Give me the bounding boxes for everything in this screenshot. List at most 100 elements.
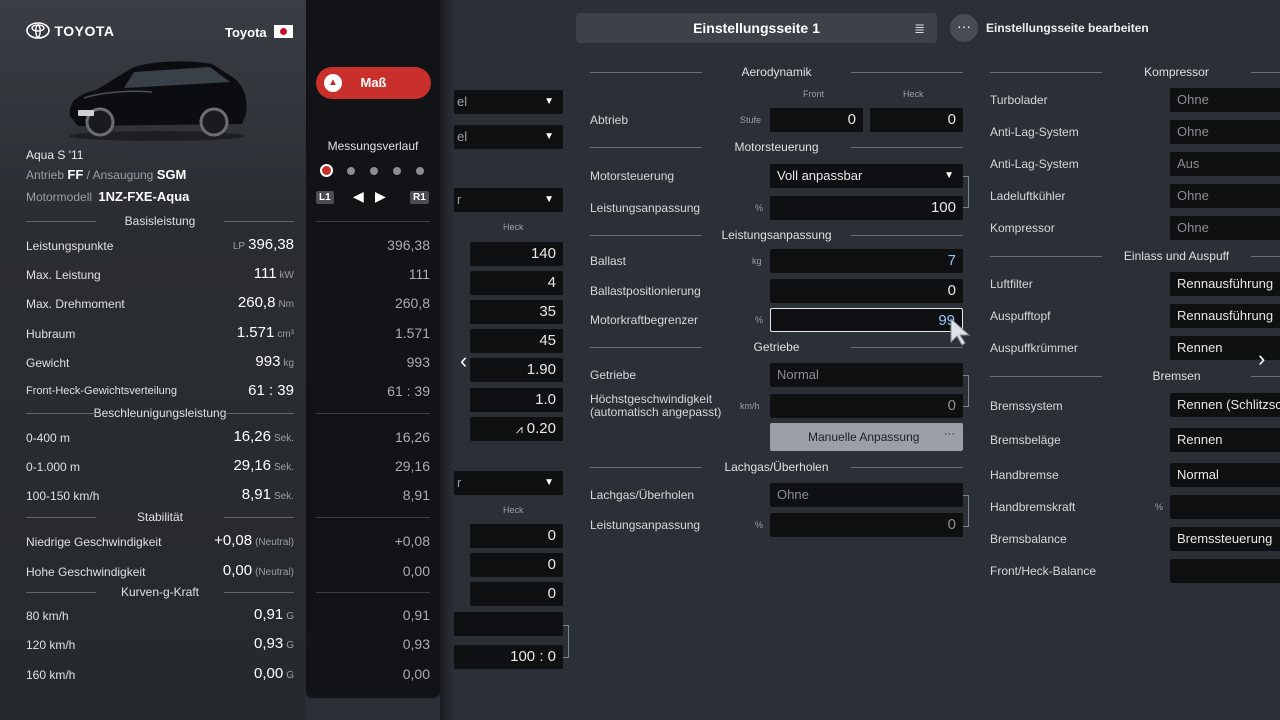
nitro-field[interactable]: Ohne — [770, 483, 963, 507]
ballast-input[interactable]: 7 — [770, 249, 963, 273]
col1-value-3[interactable]: 35 — [470, 300, 563, 324]
col1-w-2[interactable]: 0 — [470, 553, 563, 577]
downforce-rear-input[interactable]: 0 — [870, 108, 963, 132]
nitro-power-input[interactable]: 0 — [770, 513, 963, 537]
brake-pads-field[interactable]: Rennen — [1170, 428, 1280, 452]
air-filter-label: Luftfilter — [990, 277, 1033, 291]
handbrake-force-input[interactable] — [1170, 495, 1280, 519]
handbrake-field[interactable]: Normal — [1170, 463, 1280, 487]
stat-row-120kmh: 120 km/h 0,93 G — [26, 635, 294, 652]
power-adjust-input[interactable]: 100 — [770, 196, 963, 220]
front-rear-balance-input[interactable] — [1170, 559, 1280, 583]
stat-row-400m: 0-400 m 16,26 Sek. — [26, 428, 294, 445]
power-adjust-unit: % — [755, 203, 764, 213]
brake-system-field[interactable]: Rennen (Schlitzsch — [1170, 393, 1280, 417]
engine-info: Motormodell 1NZ-FXE-Aqua — [26, 189, 190, 204]
intake-section-title: Einlass und Auspuff — [990, 249, 1280, 263]
col1-value-5[interactable]: 1.90 — [470, 358, 563, 382]
anti-lag-field-2[interactable]: Aus — [1170, 152, 1280, 176]
muffler-label: Auspufftopf — [990, 309, 1051, 323]
history-label: Messungsverlauf — [327, 139, 419, 153]
ballast-position-input[interactable]: 0 — [770, 279, 963, 303]
col1-w-1[interactable]: 0 — [470, 524, 563, 548]
top-speed-label: Höchstgeschwindigkeit — [590, 392, 713, 406]
air-filter-field[interactable]: Rennausführung — [1170, 272, 1280, 296]
hist-displacement: 1.571 — [394, 325, 430, 341]
top-speed-input[interactable]: 0 — [770, 394, 963, 418]
brake-system-label: Bremssystem — [990, 399, 1063, 413]
manual-adjust-button[interactable]: Manuelle Anpassung ··· — [770, 423, 963, 451]
gearbox-section-title: Getriebe — [590, 340, 963, 354]
bracket — [963, 176, 969, 208]
power-limiter-input[interactable]: 99 — [770, 308, 963, 332]
stat-row-high-speed: Hohe Geschwindigkeit 0,00 (Neutral) — [26, 562, 294, 579]
prev-page-arrow-icon[interactable]: ‹ — [460, 348, 467, 374]
divider — [316, 221, 430, 222]
col1-value-2[interactable]: 4 — [470, 271, 563, 295]
gearbox-field[interactable]: Normal — [770, 363, 963, 387]
top-speed-label-2: (automatisch angepasst) — [590, 405, 722, 419]
r1-button[interactable]: R1 — [410, 191, 429, 204]
stat-row-1000m: 0-1.000 m 29,16 Sek. — [26, 457, 294, 474]
aero-front-header: Front — [803, 89, 825, 99]
downforce-front-input[interactable]: 0 — [770, 108, 863, 132]
maker-name: Toyota — [225, 25, 267, 40]
manual-adjust-label: Manuelle Anpassung — [808, 430, 920, 444]
toyota-emblem-icon — [26, 22, 50, 40]
col1-select-2[interactable]: el — [450, 125, 563, 149]
col1-select-3[interactable]: r — [450, 188, 563, 212]
measure-button[interactable]: ▲ Maß — [316, 67, 431, 99]
car-model-name: Aqua S '11 — [26, 148, 84, 162]
history-dot-active[interactable] — [320, 164, 333, 177]
turbo-field[interactable]: Ohne — [1170, 88, 1280, 112]
col1-heck-header-2: Heck — [503, 505, 524, 515]
list-icon: ≣ — [914, 21, 925, 36]
page-selector[interactable]: Einstellungsseite 1 ≣ — [576, 13, 937, 43]
hist-80kmh: 0,91 — [402, 607, 430, 623]
muffler-field[interactable]: Rennausführung — [1170, 304, 1280, 328]
history-dot[interactable] — [347, 167, 355, 175]
brake-balance-field[interactable]: Bremssteuerung — [1170, 527, 1280, 551]
brake-balance-label: Bremsbalance — [990, 532, 1067, 546]
col1-value-4[interactable]: 45 — [470, 329, 563, 353]
ecu-select[interactable]: Voll anpassbar — [770, 164, 963, 188]
aero-heck-header: Heck — [903, 89, 924, 99]
ballast-unit: kg — [752, 256, 762, 266]
col1-blank[interactable] — [450, 612, 563, 636]
history-dot[interactable] — [416, 167, 424, 175]
manifold-label: Auspuffkrümmer — [990, 341, 1078, 355]
handbrake-force-label: Handbremskraft — [990, 500, 1076, 514]
edit-page-button[interactable]: ··· — [950, 14, 978, 42]
panel-shadow — [440, 0, 454, 720]
l1-button[interactable]: L1 — [316, 191, 334, 204]
col1-value-1[interactable]: 140 — [470, 242, 563, 266]
anti-lag-label-2: Anti-Lag-System — [990, 157, 1079, 171]
col1-select-1[interactable]: el — [450, 90, 563, 114]
intercooler-field[interactable]: Ohne — [1170, 184, 1280, 208]
nitro-power-unit: % — [755, 520, 764, 530]
compressor-field[interactable]: Ohne — [1170, 216, 1280, 240]
performance-section-title: Leistungsanpassung — [590, 228, 963, 242]
stat-row-weight: Gewicht 993 kg — [26, 353, 294, 370]
col1-select-4[interactable]: r — [450, 471, 563, 495]
hist-100-150: 8,91 — [402, 487, 430, 503]
basis-section-title: Basisleistung — [26, 214, 294, 228]
history-dot[interactable] — [370, 167, 378, 175]
page-title: Einstellungsseite 1 — [693, 20, 820, 36]
bracket — [963, 375, 969, 407]
next-history-icon[interactable]: ▶ — [375, 188, 386, 205]
divider — [316, 517, 430, 518]
nitro-power-label: Leistungsanpassung — [590, 518, 701, 532]
col1-w-3[interactable]: 0 — [470, 582, 563, 606]
intercooler-label: Ladeluftkühler — [990, 189, 1066, 203]
stat-row-160kmh: 160 km/h 0,00 G — [26, 665, 294, 682]
col1-value-6[interactable]: 1.0 — [470, 388, 563, 412]
col1-value-7[interactable]: ⩘ 0.20 — [470, 417, 563, 441]
brake-pads-label: Bremsbeläge — [990, 433, 1061, 447]
history-dot[interactable] — [393, 167, 401, 175]
front-rear-balance-label: Front/Heck-Balance — [990, 564, 1097, 578]
anti-lag-field[interactable]: Ohne — [1170, 120, 1280, 144]
col1-ratio[interactable]: 100 : 0 — [450, 645, 563, 669]
anti-lag-label: Anti-Lag-System — [990, 125, 1079, 139]
prev-history-icon[interactable]: ◀ — [353, 188, 364, 205]
